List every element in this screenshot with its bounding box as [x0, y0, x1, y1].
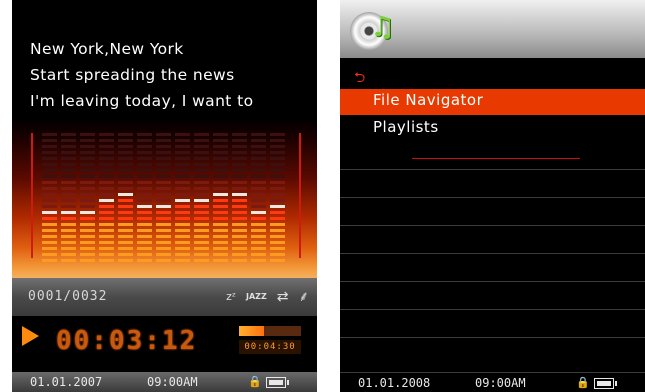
lyric-line: New York,New York — [30, 40, 184, 58]
lyric-line: I'm leaving today, I want to — [30, 92, 254, 110]
progress-box: 00:04:30 — [239, 326, 301, 356]
visualizer-bar — [99, 133, 114, 265]
visualizer-bar — [213, 133, 228, 265]
repeat-icon[interactable]: ⇄ — [277, 289, 289, 305]
back-arrow-icon[interactable]: ⮌ — [354, 67, 365, 91]
lock-icon: 🔒 — [248, 375, 262, 388]
mode-icons: zᶻ JAZZ ⇄ ⸙ — [226, 287, 309, 306]
progress-track[interactable] — [239, 326, 301, 336]
lyrics-panel: New York,New York Start spreading the ne… — [30, 36, 253, 114]
visualizer-bar — [175, 133, 190, 265]
menu-item-label: Playlists — [373, 118, 439, 136]
lyric-line: Start spreading the news — [30, 66, 235, 84]
play-icon[interactable] — [22, 326, 39, 346]
list-row-empty — [340, 253, 645, 279]
back-row[interactable]: ⮌ — [340, 63, 645, 89]
visualizer-bar — [61, 133, 76, 265]
visualizer-bar — [232, 133, 247, 265]
time-display: 09:00AM — [475, 376, 526, 390]
date-display: 01.01.2007 — [30, 375, 103, 389]
visualizer-bar — [156, 133, 171, 265]
visualizer-bar — [251, 133, 266, 265]
menu-item-label: File Navigator — [373, 91, 484, 109]
sleep-icon[interactable]: zᶻ — [226, 290, 236, 303]
divider — [412, 158, 580, 159]
visualizer-bracket-left — [31, 133, 36, 258]
jazz-eq-icon[interactable]: JAZZ — [246, 292, 267, 301]
visualizer-bar — [137, 133, 152, 265]
list-row-empty — [340, 337, 645, 363]
visualizer-bar — [194, 133, 209, 265]
total-time: 00:04:30 — [239, 340, 301, 354]
progress-fill — [239, 326, 264, 336]
status-bar: 01.01.2008 09:00AM 🔒 — [340, 372, 645, 392]
time-display: 09:00AM — [147, 375, 198, 389]
list-row-empty — [340, 169, 645, 195]
list-row-empty — [340, 309, 645, 335]
list-row-empty — [340, 197, 645, 223]
visualizer-bar — [118, 133, 133, 265]
visualizer-bar — [80, 133, 95, 265]
speed-icon[interactable]: ⸙ — [299, 287, 310, 306]
visualizer-bar — [42, 133, 57, 265]
track-status-bar: 0001/0032 zᶻ JAZZ ⇄ ⸙ — [12, 278, 317, 316]
battery-icon — [266, 377, 289, 388]
elapsed-time-display: 00:03:12 — [56, 326, 198, 356]
menu-item-file-navigator[interactable]: File Navigator — [340, 89, 645, 115]
menu-header: ♫ — [340, 0, 645, 58]
visualizer-bracket-right — [296, 133, 301, 258]
track-counter: 0001/0032 — [28, 289, 108, 304]
date-display: 01.01.2008 — [358, 376, 431, 390]
playback-panel: 00:03:12 00:04:30 — [12, 316, 317, 372]
music-note-icon: ♫ — [370, 10, 396, 43]
menu-item-playlists[interactable]: Playlists — [340, 116, 645, 142]
now-playing-screen: New York,New York Start spreading the ne… — [12, 0, 317, 392]
lock-icon: 🔒 — [576, 376, 590, 389]
music-menu-screen: ♫ ⮌ File Navigator Playlists 01.01.2008 … — [340, 0, 645, 392]
status-bar: 01.01.2007 09:00AM 🔒 — [12, 372, 317, 392]
list-row-empty — [340, 281, 645, 307]
visualizer-bar — [270, 133, 285, 265]
battery-icon — [594, 378, 617, 389]
spectrum-visualizer — [12, 118, 317, 278]
list-row-empty — [340, 225, 645, 251]
